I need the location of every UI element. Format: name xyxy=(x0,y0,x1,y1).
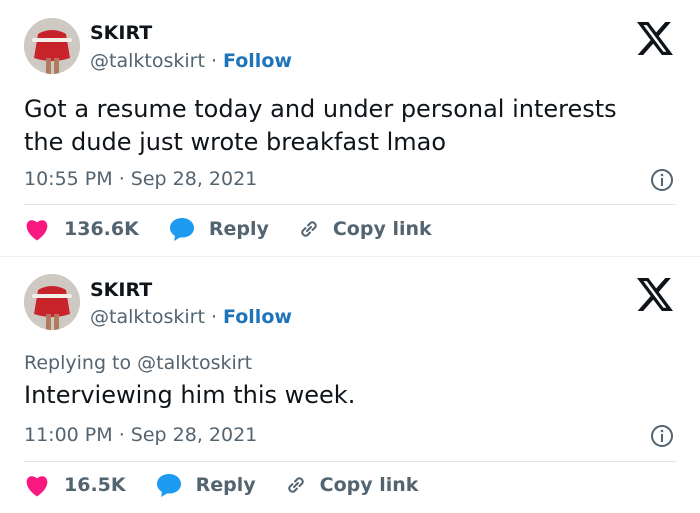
replying-to-line: Replying to @talktoskirt xyxy=(24,352,252,374)
divider xyxy=(24,461,676,462)
follow-button[interactable]: Follow xyxy=(223,306,292,328)
author-handle[interactable]: @talktoskirt xyxy=(90,306,205,328)
avatar[interactable] xyxy=(24,18,80,74)
tweet-text-line: Got a resume today and under personal in… xyxy=(24,95,617,123)
like-button[interactable]: 136.6K xyxy=(24,217,139,241)
like-count: 136.6K xyxy=(64,218,139,240)
chat-bubble-icon xyxy=(156,474,181,497)
handle-line: @talktoskirt · Follow xyxy=(90,306,292,328)
reply-label: Reply xyxy=(208,218,269,240)
separator: · xyxy=(210,50,217,72)
tweet-actions: 136.6K Reply Copy link xyxy=(24,217,432,241)
x-logo-icon[interactable] xyxy=(637,278,673,315)
tweet-time: 10:55 PM xyxy=(24,168,113,190)
copy-link-button[interactable]: Copy link xyxy=(284,473,419,497)
tweet-time: 11:00 PM xyxy=(24,424,113,446)
author-handle[interactable]: @talktoskirt xyxy=(90,50,205,72)
like-count: 16.5K xyxy=(64,474,126,496)
author-name[interactable]: SKIRT xyxy=(90,279,152,301)
link-icon xyxy=(301,221,317,237)
copy-link-label: Copy link xyxy=(319,474,419,496)
handle-line: @talktoskirt · Follow xyxy=(90,50,292,72)
tweet-actions: 16.5K Reply Copy link xyxy=(24,473,418,497)
info-icon[interactable] xyxy=(650,168,674,196)
x-logo-icon[interactable] xyxy=(637,22,673,59)
separator: · xyxy=(118,168,125,190)
copy-link-label: Copy link xyxy=(332,218,432,240)
tweet-text-line: the dude just wrote breakfast lmao xyxy=(24,128,447,156)
tweet-text-line: Interviewing him this week. xyxy=(24,381,356,409)
copy-link-button[interactable]: Copy link xyxy=(297,217,432,241)
divider xyxy=(24,204,676,205)
avatar[interactable] xyxy=(24,274,80,330)
follow-button[interactable]: Follow xyxy=(223,50,292,72)
tweet-timestamp[interactable]: 10:55 PM · Sep 28, 2021 xyxy=(24,168,257,190)
separator: · xyxy=(118,424,125,446)
info-icon[interactable] xyxy=(650,424,674,452)
reply-button[interactable]: Reply xyxy=(156,473,256,497)
tweet-date: Sep 28, 2021 xyxy=(130,424,258,446)
reply-button[interactable]: Reply xyxy=(169,217,269,241)
tweet-timestamp[interactable]: 11:00 PM · Sep 28, 2021 xyxy=(24,424,257,446)
author-name[interactable]: SKIRT xyxy=(90,22,152,44)
tweet-date: Sep 28, 2021 xyxy=(130,168,258,190)
heart-icon xyxy=(26,220,48,241)
chat-bubble-icon xyxy=(169,218,194,241)
tweet-card: SKIRT @talktoskirt · Follow Replying to … xyxy=(0,256,700,513)
tweet-card: SKIRT @talktoskirt · Follow Got a resume… xyxy=(0,0,700,257)
link-icon xyxy=(287,477,304,493)
replying-to-handle[interactable]: @talktoskirt xyxy=(137,352,252,374)
like-button[interactable]: 16.5K xyxy=(24,473,126,497)
heart-icon xyxy=(26,476,48,497)
replying-prefix: Replying to xyxy=(24,352,132,374)
reply-label: Reply xyxy=(195,474,256,496)
separator: · xyxy=(210,306,217,328)
